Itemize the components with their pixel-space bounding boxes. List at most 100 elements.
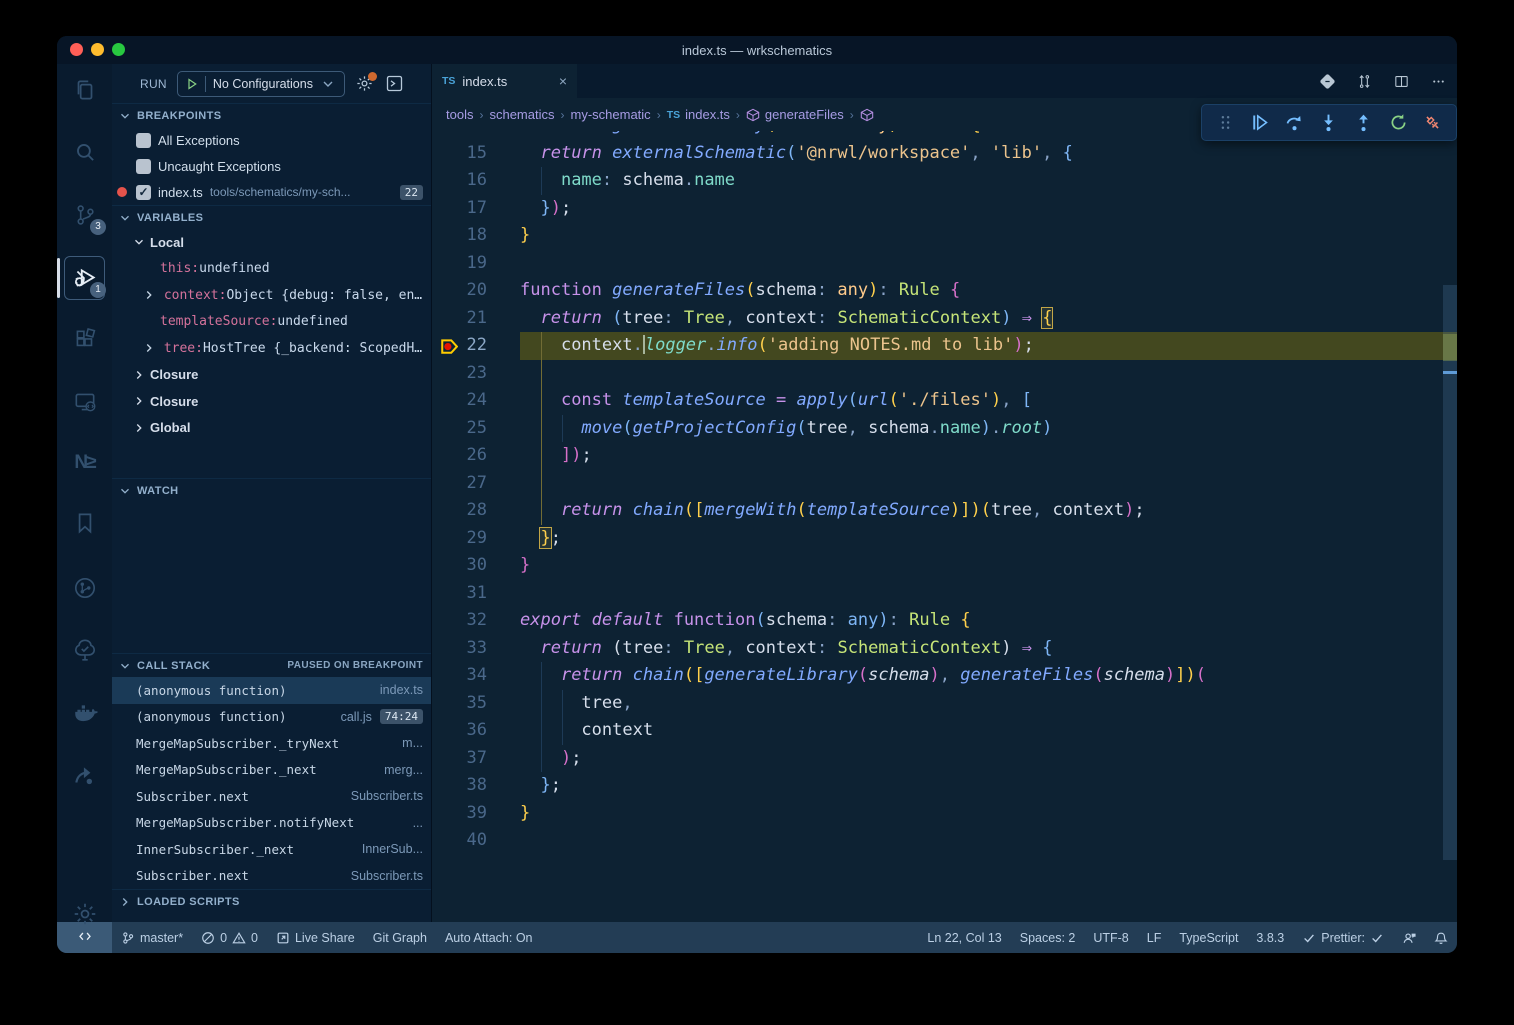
gutter[interactable]: 33 [432,635,520,663]
split-editor-button[interactable] [1393,73,1410,90]
code-line[interactable]: 21 return (tree: Tree, context: Schemati… [432,305,1457,333]
gutter[interactable]: 28 [432,497,520,525]
breakpoint-row[interactable]: ✓ index.ts tools/schematics/my-sch... 22 [112,179,431,205]
callstack-frame[interactable]: Subscriber.next Subscriber.ts [112,863,431,890]
callstack-frame[interactable]: MergeMapSubscriber.notifyNext ... [112,810,431,837]
variable-scope-closure[interactable]: Closure [112,362,431,389]
close-tab-icon[interactable]: × [559,73,567,89]
code-line[interactable]: 39} [432,800,1457,828]
gutter[interactable]: 35 [432,690,520,718]
statusbar-cursor-position[interactable]: Ln 22, Col 13 [918,931,1010,945]
tab-index-ts[interactable]: TS index.ts × [432,64,577,98]
statusbar-git-graph[interactable]: Git Graph [364,922,436,953]
start-debug-icon[interactable] [186,78,198,90]
code-line[interactable]: 36 context [432,717,1457,745]
activity-item-bookmarks[interactable] [57,497,112,549]
statusbar-ts-version[interactable]: 3.8.3 [1247,931,1293,945]
variable-scope-closure[interactable]: Closure [112,388,431,415]
callstack-frame[interactable]: MergeMapSubscriber._tryNext m... [112,730,431,757]
code-line[interactable]: 31 [432,580,1457,608]
gutter[interactable]: 36 [432,717,520,745]
gutter[interactable]: 30 [432,552,520,580]
gutter[interactable]: 40 [432,827,520,855]
compare-button[interactable] [1356,73,1373,90]
code-line[interactable]: 26 ]); [432,442,1457,470]
code-line[interactable]: 23 [432,360,1457,388]
maximize-window-button[interactable] [112,43,125,56]
gutter[interactable]: 32 [432,607,520,635]
activity-item-docker[interactable] [57,687,112,739]
gutter[interactable]: 14 [432,131,520,140]
gutter[interactable]: 29 [432,525,520,553]
gutter[interactable]: 39 [432,800,520,828]
gutter[interactable]: 16 [432,167,520,195]
step-over-button[interactable] [1284,112,1305,133]
code-line[interactable]: 16 name: schema.name [432,167,1457,195]
section-header-breakpoints[interactable]: BREAKPOINTS [112,103,431,127]
gutter[interactable]: 21 [432,305,520,333]
restart-button[interactable] [1388,112,1409,133]
activity-item-testing[interactable] [57,624,112,676]
section-header-loaded-scripts[interactable]: LOADED SCRIPTS [112,889,431,913]
code-line[interactable]: 35 tree, [432,690,1457,718]
callstack-frame[interactable]: InnerSubscriber._next InnerSub... [112,836,431,863]
code-line[interactable]: 20function generateFiles(schema: any): R… [432,277,1457,305]
breakpoint-checkbox[interactable] [136,159,151,174]
callstack-frame[interactable]: (anonymous function) index.ts [112,677,431,704]
statusbar-live-share[interactable]: Live Share [267,922,364,953]
gutter[interactable]: 27 [432,470,520,498]
open-changes-button[interactable] [1319,73,1336,90]
close-window-button[interactable] [70,43,83,56]
gutter[interactable]: 25 [432,415,520,443]
statusbar-notifications[interactable] [1425,931,1457,945]
gutter[interactable]: 37 [432,745,520,773]
code-line[interactable]: 19 [432,250,1457,278]
breadcrumb-item[interactable] [860,108,879,122]
statusbar-auto-attach[interactable]: Auto Attach: On [436,922,542,953]
code-line[interactable]: 29 }; [432,525,1457,553]
code-line[interactable]: 33 return (tree: Tree, context: Schemati… [432,635,1457,663]
code-line[interactable]: 15 return externalSchematic('@nrwl/works… [432,140,1457,168]
disconnect-button[interactable] [1422,112,1443,133]
statusbar-feedback[interactable] [1393,931,1425,945]
statusbar-eol[interactable]: LF [1138,931,1171,945]
statusbar-branch[interactable]: master* [112,922,192,953]
section-header-watch[interactable]: WATCH [112,478,431,502]
variable-scope-global[interactable]: Global [112,415,431,442]
statusbar-problems[interactable]: 00 [192,922,267,953]
activity-item-search[interactable] [57,126,112,178]
debug-settings-button[interactable] [355,74,374,93]
activity-item-source-control[interactable]: 3 [57,189,112,241]
code-line[interactable]: 22 context.logger.info('adding NOTES.md … [432,332,1457,360]
debug-console-button[interactable] [384,73,405,94]
gutter[interactable]: 34 [432,662,520,690]
code-line[interactable]: 27 [432,470,1457,498]
activity-item-live-share-view[interactable] [57,750,112,802]
variable-item[interactable]: tree: HostTree {_backend: ScopedH… [112,335,431,362]
launch-configuration-dropdown[interactable]: No Configurations [177,71,345,97]
breadcrumb-item[interactable]: schematics [489,107,554,122]
code-line[interactable]: 34 return chain([generateLibrary(schema)… [432,662,1457,690]
variable-item[interactable]: this: undefined [112,256,431,283]
gutter[interactable]: 15 [432,140,520,168]
statusbar-language[interactable]: TypeScript [1170,931,1247,945]
breakpoint-row[interactable]: All Exceptions [112,127,431,153]
code-line[interactable]: 24 const templateSource = apply(url('./f… [432,387,1457,415]
code-line[interactable]: 40 [432,827,1457,855]
code-line[interactable]: 18} [432,222,1457,250]
variable-scope-local[interactable]: Local [112,229,431,256]
gutter[interactable]: 20 [432,277,520,305]
activity-item-remote-explorer[interactable] [57,376,112,428]
callstack-frame[interactable]: Subscriber.next Subscriber.ts [112,783,431,810]
activity-item-settings[interactable] [57,888,112,940]
gutter[interactable]: 38 [432,772,520,800]
code-line[interactable]: 28 return chain([mergeWith(templateSourc… [432,497,1457,525]
continue-button[interactable] [1249,112,1270,133]
gutter[interactable]: 23 [432,360,520,388]
section-header-call-stack[interactable]: CALL STACK PAUSED ON BREAKPOINT [112,653,431,677]
gutter[interactable]: 24 [432,387,520,415]
activity-item-run-debug[interactable]: 1 [57,252,112,304]
breakpoint-checkbox[interactable]: ✓ [136,185,151,200]
breadcrumb-item[interactable]: TSindex.ts [667,107,730,122]
breakpoint-row[interactable]: Uncaught Exceptions [112,153,431,179]
